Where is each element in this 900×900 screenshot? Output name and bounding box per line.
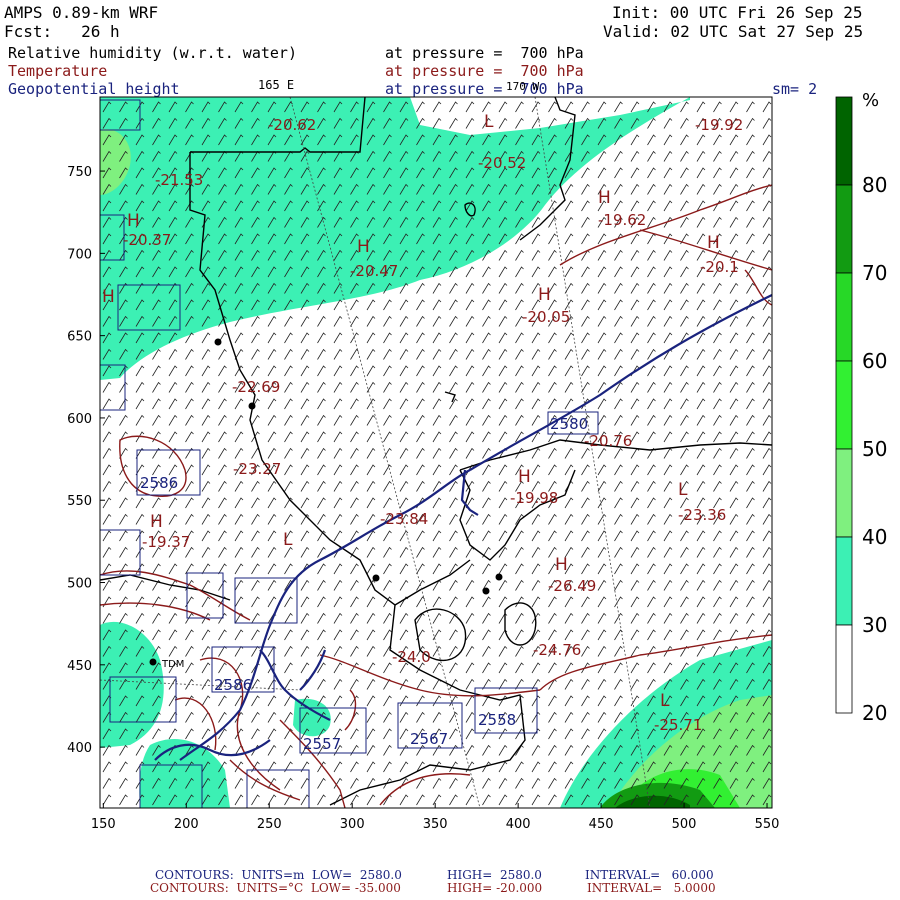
x-tick-label: 300 (340, 817, 365, 832)
plot-area: -20.62 -19.92 -21.53 -20.37 -20.47 -19.6… (100, 97, 772, 808)
colorbar-unit: % (862, 90, 879, 111)
x-tick-label: 350 (423, 817, 448, 832)
temp-label: -19.92 (695, 116, 743, 134)
temp-label: -20.62 (268, 116, 316, 134)
temp-label: -20.1 (700, 258, 739, 276)
temp-label: -23.84 (380, 510, 428, 528)
colorbar-segment (835, 184, 853, 274)
height-label: 2580 (550, 415, 588, 433)
height-label: 2586 (140, 474, 178, 492)
height-label: 2557 (303, 735, 341, 753)
station-label: TDM (161, 659, 184, 670)
hl-letter: L (660, 691, 670, 711)
temp-contour-high: HIGH= -20.000 (447, 881, 543, 895)
height-contour-interval: INTERVAL= 60.000 (585, 868, 714, 882)
x-tick-label: 200 (174, 817, 199, 832)
colorbar-segment (835, 624, 853, 714)
colorbar-segment (835, 360, 853, 450)
y-tick-label: 550 (67, 494, 92, 509)
hl-letter: H (707, 233, 720, 253)
y-tick-label: 650 (67, 330, 92, 345)
x-tick-label: 500 (672, 817, 697, 832)
x-tick-label: 450 (589, 817, 614, 832)
hl-letter: H (357, 237, 370, 257)
x-tick-label: 400 (506, 817, 531, 832)
temp-label: -20.05 (522, 308, 570, 326)
temp-label: -20.47 (350, 262, 398, 280)
height-label: 2567 (410, 730, 448, 748)
temp-label: -26.49 (548, 577, 596, 595)
hl-letter: H (102, 287, 115, 307)
wind-barbs (100, 97, 772, 808)
height-contour-high: HIGH= 2580.0 (447, 868, 542, 882)
hl-letter: H (127, 211, 140, 231)
colorbar-segment (835, 272, 853, 362)
temp-contour-interval: INTERVAL= 5.0000 (587, 881, 716, 895)
temp-label: -20.76 (584, 432, 632, 450)
hl-letter: H (538, 285, 551, 305)
height-contour-info: CONTOURS: UNITS=m LOW= 2580.0 (155, 868, 402, 882)
height-label: 2558 (478, 711, 516, 729)
y-tick-label: 400 (67, 741, 92, 756)
height-label: 2586 (214, 676, 252, 694)
temp-label: -21.53 (155, 171, 203, 189)
temp-label: -25.71 (654, 716, 702, 734)
temp-contour-info: CONTOURS: UNITS=°C LOW= -35.000 (150, 881, 401, 895)
hl-letter: H (598, 188, 611, 208)
y-axis: 750 700 650 600 550 500 450 400 (67, 165, 105, 756)
y-tick-label: 700 (67, 247, 92, 262)
hl-letter: L (283, 530, 293, 550)
temp-label: -22.69 (232, 378, 280, 396)
colorbar-label: 40 (862, 525, 887, 549)
temp-label: -19.37 (142, 533, 190, 551)
temp-label: -23.36 (678, 506, 726, 524)
hl-letter: L (484, 112, 494, 132)
y-tick-label: 500 (67, 577, 92, 592)
hl-letter: L (678, 480, 688, 500)
y-tick-label: 450 (67, 659, 92, 674)
x-tick-label: 150 (91, 817, 116, 832)
x-tick-label: 550 (755, 817, 780, 832)
temp-label: -19.62 (598, 211, 646, 229)
y-tick-label: 750 (67, 165, 92, 180)
colorbar: 80 70 60 50 40 30 20 (835, 96, 887, 725)
hl-letter: H (518, 467, 531, 487)
weather-map: -20.62 -19.92 -21.53 -20.37 -20.47 -19.6… (67, 90, 887, 832)
colorbar-segment (835, 96, 853, 186)
temp-label: -24.76 (533, 641, 581, 659)
colorbar-segment (835, 448, 853, 538)
temp-label: -20.52 (478, 154, 526, 172)
hl-letter: H (150, 512, 163, 532)
colorbar-label: 60 (862, 349, 887, 373)
hl-letter: H (555, 555, 568, 575)
colorbar-label: 70 (862, 261, 887, 285)
colorbar-label: 30 (862, 613, 887, 637)
temp-label: -20.37 (123, 231, 171, 249)
x-tick-label: 250 (257, 817, 282, 832)
temp-label: -19.98 (510, 489, 558, 507)
colorbar-label: 50 (862, 437, 887, 461)
colorbar-segment (835, 536, 853, 626)
colorbar-label: 20 (862, 701, 887, 725)
temp-label: -24.0 (392, 648, 431, 666)
colorbar-label: 80 (862, 173, 887, 197)
y-tick-label: 600 (67, 412, 92, 427)
temp-label: -23.27 (233, 460, 281, 478)
